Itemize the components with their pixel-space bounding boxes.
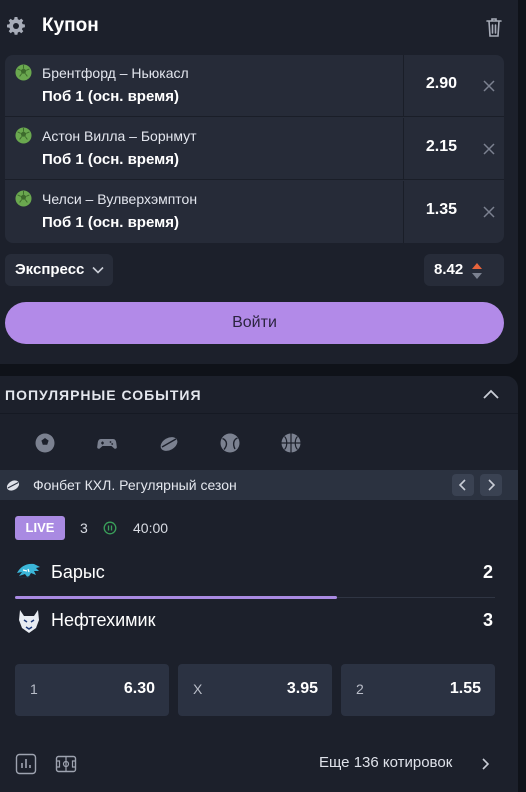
event-time: 40:00 <box>133 520 169 536</box>
bet-type-label: Экспресс <box>15 261 85 278</box>
team-away[interactable]: Нефтехимик 3 <box>0 601 518 641</box>
next-button[interactable] <box>480 474 502 496</box>
close-icon[interactable] <box>482 205 496 219</box>
bet-odds: 1.35 <box>425 201 457 218</box>
chevron-right-icon[interactable] <box>480 757 490 771</box>
statistics-icon[interactable] <box>15 753 37 775</box>
football-icon <box>15 127 32 144</box>
odds-label: 2 <box>356 681 364 697</box>
odds-button-1[interactable]: 1 6.30 <box>15 664 169 716</box>
bet-type-select[interactable]: Экспресс <box>5 254 113 286</box>
bet-outcome: Поб 1 (осн. время) <box>42 88 179 105</box>
basketball-icon[interactable] <box>280 432 302 454</box>
bet-outcome: Поб 1 (осн. время) <box>42 151 179 168</box>
total-odds: 8.42 <box>424 254 504 286</box>
coupon-header: Купон <box>0 0 518 52</box>
bet-odds-cell: 1.35 <box>403 181 467 243</box>
odds-value: 3.95 <box>286 680 318 697</box>
live-badge: LIVE <box>15 516 65 540</box>
team-name: Барыс <box>51 562 105 582</box>
gamepad-icon[interactable] <box>96 432 118 454</box>
pause-icon <box>103 521 117 535</box>
odds-value: 1.55 <box>449 680 481 697</box>
odds-button-2[interactable]: 2 1.55 <box>341 664 495 716</box>
bet-odds: 2.90 <box>425 75 457 92</box>
bet-match: Брентфорд – Ньюкасл <box>42 65 189 81</box>
period-progress-bar <box>15 596 337 599</box>
team-score: 3 <box>483 610 494 630</box>
league-bar: Фонбет КХЛ. Регулярный сезон <box>0 470 518 500</box>
team-score: 2 <box>483 562 494 582</box>
coupon-title: Купон <box>42 15 99 36</box>
bet-outcome: Поб 1 (осн. время) <box>42 214 179 231</box>
bet-list: Брентфорд – Ньюкасл Поб 1 (осн. время) 2… <box>5 55 504 243</box>
field-icon[interactable] <box>55 753 77 775</box>
event-period: 3 <box>80 520 88 536</box>
neftekhimik-logo-icon <box>19 610 39 633</box>
prev-button[interactable] <box>452 474 474 496</box>
football-icon <box>15 190 32 207</box>
team-home[interactable]: Барыс 2 <box>0 553 518 593</box>
hockey-puck-icon[interactable] <box>158 432 180 454</box>
bet-odds-cell: 2.90 <box>403 55 467 117</box>
more-odds-link[interactable]: Еще 136 котировок <box>319 754 452 771</box>
odds-value: 6.30 <box>123 680 155 697</box>
trash-icon[interactable] <box>484 16 504 38</box>
bet-match: Астон Вилла – Борнмут <box>42 128 197 144</box>
event-footer: Еще 136 котировок <box>0 746 518 786</box>
bet-odds-cell: 2.15 <box>403 118 467 180</box>
total-odds-value: 8.42 <box>434 261 464 278</box>
close-icon[interactable] <box>482 79 496 93</box>
barys-logo-icon <box>17 563 40 579</box>
football-icon <box>15 64 32 81</box>
chevron-up-icon[interactable] <box>482 388 500 402</box>
sport-tabs <box>0 416 518 468</box>
odds-change-icon <box>472 263 482 279</box>
bet-item: Челси – Вулверхэмптон Поб 1 (осн. время)… <box>5 181 504 243</box>
popular-header[interactable]: ПОПУЛЯРНЫЕ СОБЫТИЯ <box>0 376 518 414</box>
odds-label: 1 <box>30 681 38 697</box>
chevron-left-icon <box>458 479 466 491</box>
gear-icon[interactable] <box>6 16 26 36</box>
chevron-right-icon <box>488 479 496 491</box>
bet-match: Челси – Вулверхэмптон <box>42 191 198 207</box>
login-button[interactable]: Войти <box>5 302 504 344</box>
odds-button-x[interactable]: X 3.95 <box>178 664 332 716</box>
popular-title: ПОПУЛЯРНЫЕ СОБЫТИЯ <box>5 387 202 403</box>
coupon-panel: Купон Брентфорд – Ньюкасл Поб 1 (осн. вр… <box>0 0 518 364</box>
bet-odds: 2.15 <box>425 138 457 155</box>
hockey-puck-icon <box>6 480 20 491</box>
close-icon[interactable] <box>482 142 496 156</box>
league-name: Фонбет КХЛ. Регулярный сезон <box>33 477 237 493</box>
tennis-icon[interactable] <box>219 432 241 454</box>
odds-label: X <box>193 681 203 697</box>
event-status: LIVE 3 40:00 <box>0 516 518 542</box>
team-name: Нефтехимик <box>51 610 156 630</box>
bet-item: Астон Вилла – Борнмут Поб 1 (осн. время)… <box>5 118 504 180</box>
bet-item: Брентфорд – Ньюкасл Поб 1 (осн. время) 2… <box>5 55 504 117</box>
football-icon[interactable] <box>34 432 56 454</box>
popular-events-panel: ПОПУЛЯРНЫЕ СОБЫТИЯ Фонбет КХЛ. Регулярны… <box>0 376 518 792</box>
chevron-down-icon <box>92 266 104 274</box>
